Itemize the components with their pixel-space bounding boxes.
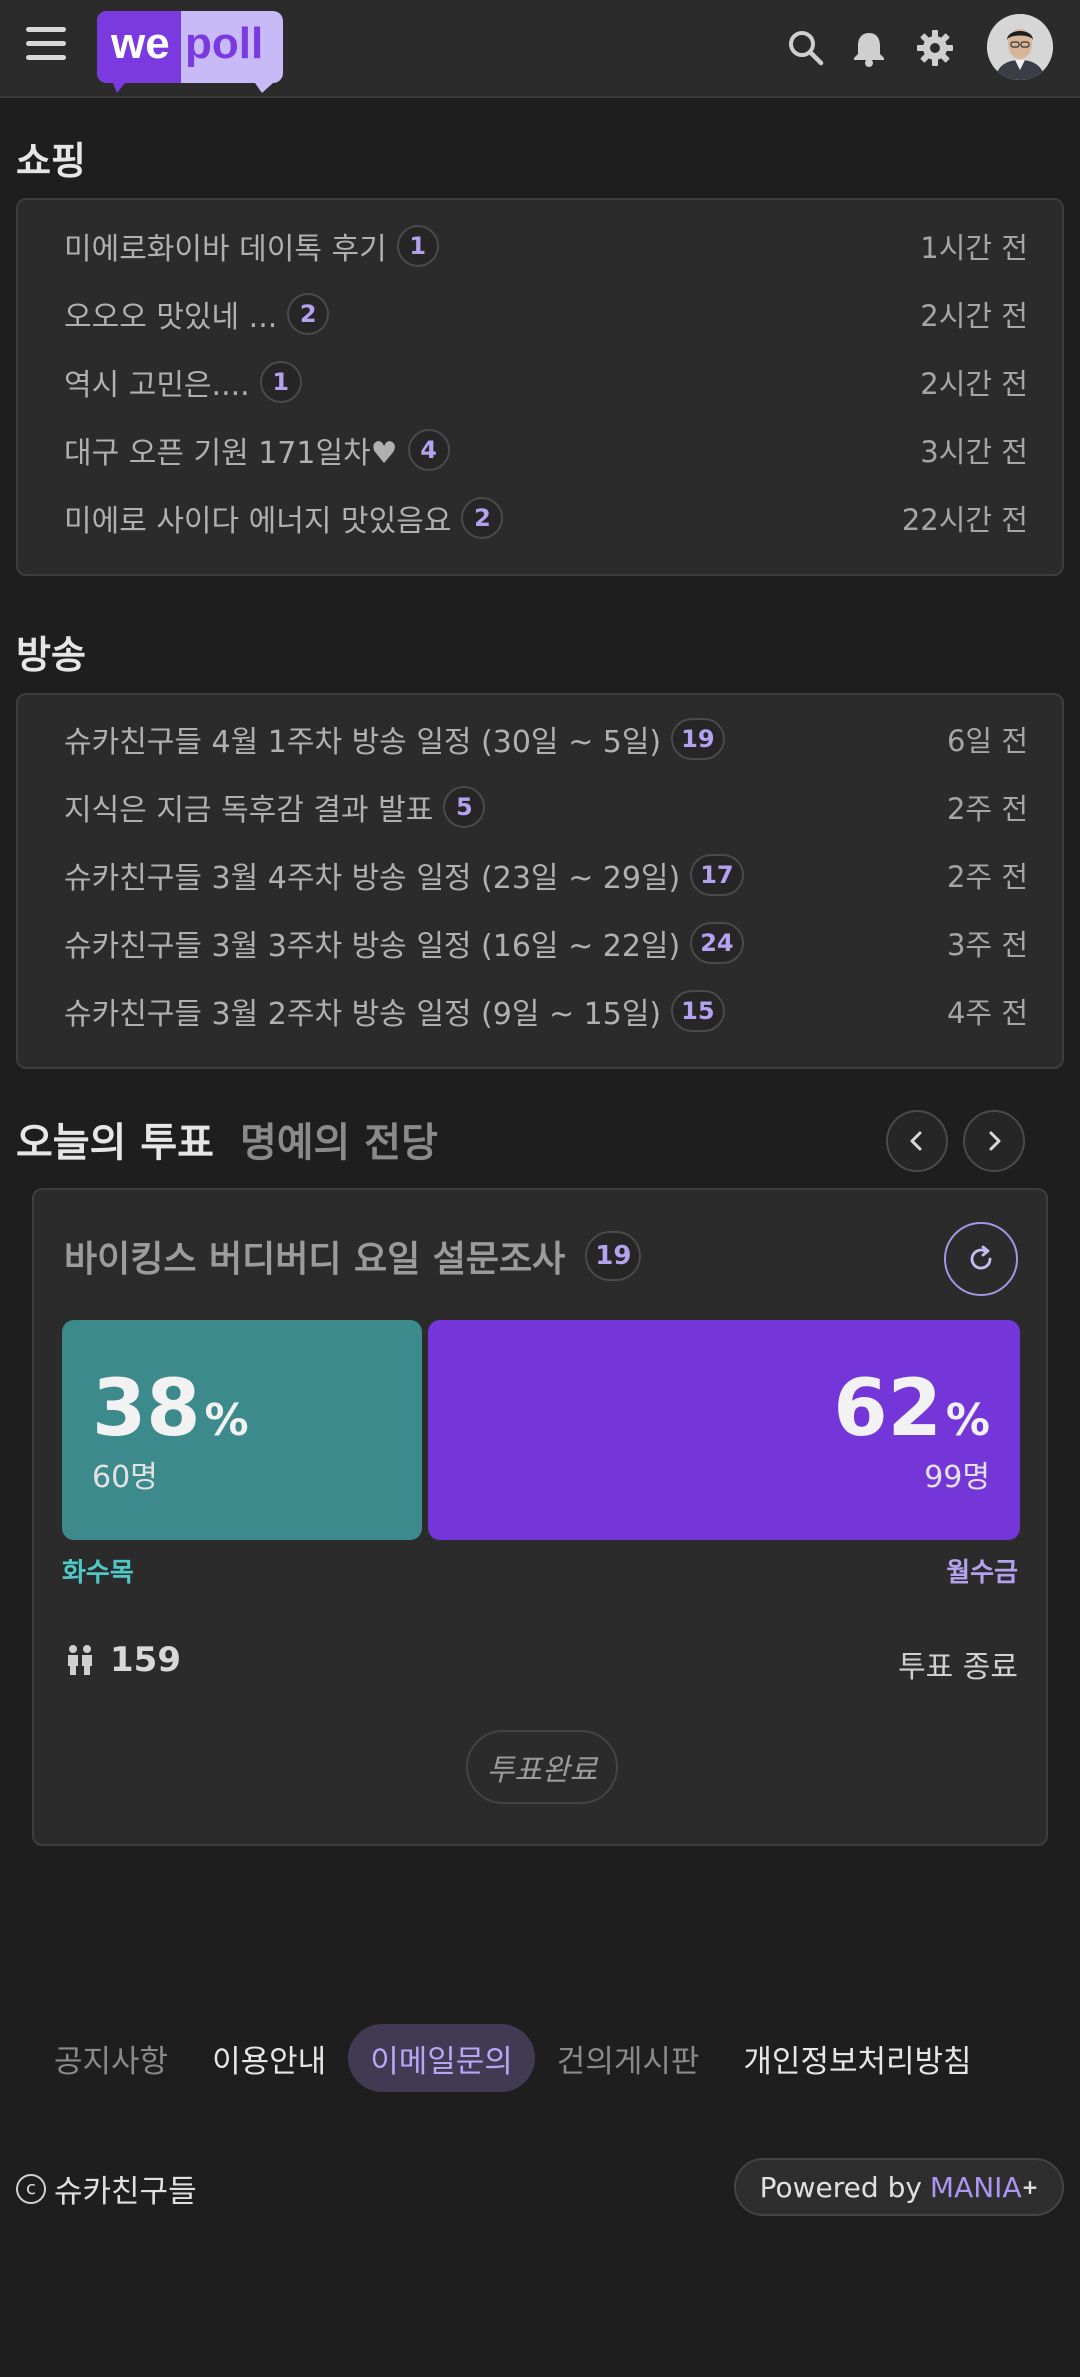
list-item[interactable]: 슈카친구들 3월 2주차 방송 일정 (9일 ~ 15일) 15 4주 전 <box>64 983 1028 1039</box>
list-item[interactable]: 미에로 사이다 에너지 맛있음요 2 22시간 전 <box>64 490 1028 546</box>
option-b-label: 월수금 <box>946 1558 1018 1588</box>
powered-by-brand: MANIA <box>929 2170 1022 2204</box>
chevron-right-icon <box>989 1131 1001 1151</box>
percent-unit: % <box>204 1395 249 1446</box>
copyright-text: 슈카친구들 <box>54 2174 197 2210</box>
search-icon[interactable] <box>786 28 826 68</box>
post-title: 슈카친구들 3월 2주차 방송 일정 (9일 ~ 15일) <box>64 997 662 1032</box>
total-voters: 159 <box>64 1640 181 1680</box>
comment-count-badge: 1 <box>396 225 439 267</box>
comment-count-badge: 1 <box>259 361 302 403</box>
percent-unit: % <box>945 1395 990 1446</box>
post-title: 역시 고민은.... <box>64 368 250 403</box>
list-item[interactable]: 슈카친구들 3월 4주차 방송 일정 (23일 ~ 29일) 17 2주 전 <box>64 847 1028 903</box>
poll-option-a[interactable]: 38% 60명 <box>62 1320 422 1540</box>
powered-by-badge[interactable]: Powered by MANIA + <box>734 2158 1064 2216</box>
poll-card: 바이킹스 버디버디 요일 설문조사 19 38% 60명 62% 99명 화수목… <box>32 1188 1048 1846</box>
svg-text:poll: poll <box>185 19 263 68</box>
post-time: 3시간 전 <box>920 435 1028 469</box>
comment-count-badge: 19 <box>671 718 725 760</box>
footer-link-notice[interactable]: 공지사항 <box>32 2024 190 2092</box>
comment-count-badge: 5 <box>443 786 486 828</box>
post-time: 2시간 전 <box>920 299 1028 333</box>
next-poll-button[interactable] <box>963 1110 1025 1172</box>
footer-link-privacy-policy[interactable]: 개인정보처리방침 <box>721 2024 993 2092</box>
gear-icon[interactable] <box>915 28 955 68</box>
shopping-list: 미에로화이바 데이톡 후기 1 1시간 전 오오오 맛있네 ... 2 2시간 전 … <box>16 198 1064 576</box>
comment-count-badge: 2 <box>461 497 504 539</box>
list-item[interactable]: 대구 오픈 기원 171일차♥ 4 3시간 전 <box>64 422 1028 478</box>
powered-by-text: Powered by <box>759 2170 922 2204</box>
post-title: 지식은 지금 독후감 결과 발표 <box>64 793 434 828</box>
footer-links: 공지사항 이용안내 이메일문의 건의게시판 개인정보처리방침 <box>32 2024 994 2092</box>
post-time: 22시간 전 <box>901 503 1028 537</box>
comment-count-badge: 19 <box>585 1231 642 1281</box>
post-title: 미에로화이바 데이톡 후기 <box>64 232 387 267</box>
poll-title[interactable]: 바이킹스 버디버디 요일 설문조사 <box>64 1230 565 1282</box>
vote-status: 투표 종료 <box>898 1650 1018 1685</box>
list-item[interactable]: 역시 고민은.... 1 2시간 전 <box>64 354 1028 410</box>
footer-link-suggestion-board[interactable]: 건의게시판 <box>535 2024 722 2092</box>
chevron-left-icon <box>910 1131 922 1151</box>
option-b-percent: 62 <box>833 1364 942 1454</box>
vote-complete-button[interactable]: 투표완료 <box>466 1730 618 1804</box>
list-item[interactable]: 슈카친구들 4월 1주차 방송 일정 (30일 ~ 5일) 19 6일 전 <box>64 711 1028 767</box>
prev-poll-button[interactable] <box>886 1110 948 1172</box>
bell-icon[interactable] <box>849 28 889 68</box>
option-a-count: 60명 <box>92 1460 158 1495</box>
broadcast-list: 슈카친구들 4월 1주차 방송 일정 (30일 ~ 5일) 19 6일 전 지식은… <box>16 693 1064 1069</box>
option-a-percent: 38 <box>92 1364 201 1454</box>
post-title: 슈카친구들 3월 3주차 방송 일정 (16일 ~ 22일) <box>64 929 681 964</box>
svg-text:we: we <box>110 19 170 68</box>
list-item[interactable]: 지식은 지금 독후감 결과 발표 5 2주 전 <box>64 779 1028 835</box>
post-title: 오오오 맛있네 ... <box>64 300 278 335</box>
wepoll-logo[interactable]: we poll <box>97 11 283 93</box>
post-time: 3주 전 <box>946 928 1028 962</box>
post-title: 슈카친구들 3월 4주차 방송 일정 (23일 ~ 29일) <box>64 861 681 896</box>
footer-link-guide[interactable]: 이용안내 <box>190 2024 348 2092</box>
post-time: 2시간 전 <box>920 367 1028 401</box>
comment-count-badge: 24 <box>690 922 744 964</box>
post-time: 4주 전 <box>946 996 1028 1030</box>
copyright: c 슈카친구들 <box>16 2166 197 2211</box>
comment-count-badge: 15 <box>671 990 725 1032</box>
refresh-button[interactable] <box>944 1222 1018 1296</box>
top-header: we poll <box>0 0 1080 98</box>
post-title: 대구 오픈 기원 171일차♥ <box>64 436 398 471</box>
tab-hall-of-fame[interactable]: 명예의 전당 <box>240 1110 438 1168</box>
user-avatar[interactable] <box>987 14 1053 80</box>
poll-option-b[interactable]: 62% 99명 <box>428 1320 1020 1540</box>
tab-todays-vote[interactable]: 오늘의 투표 <box>16 1110 214 1168</box>
section-title-broadcast: 방송 <box>16 633 86 677</box>
comment-count-badge: 4 <box>407 429 450 471</box>
list-item[interactable]: 미에로화이바 데이톡 후기 1 1시간 전 <box>64 218 1028 274</box>
powered-by-plus: + <box>1021 2175 1039 2199</box>
post-time: 6일 전 <box>946 724 1028 758</box>
comment-count-badge: 17 <box>690 854 744 896</box>
copyright-icon: c <box>16 2173 46 2204</box>
post-time: 2주 전 <box>946 792 1028 826</box>
section-title-shopping: 쇼핑 <box>16 139 86 183</box>
vote-tabs: 오늘의 투표 명예의 전당 <box>16 1110 438 1168</box>
refresh-icon <box>970 1245 992 1270</box>
footer-link-email-inquiry[interactable]: 이메일문의 <box>348 2024 535 2092</box>
option-a-label: 화수목 <box>62 1558 134 1588</box>
total-voters-count: 159 <box>110 1640 181 1680</box>
post-title: 미에로 사이다 에너지 맛있음요 <box>64 504 452 539</box>
people-icon <box>68 1645 92 1675</box>
hamburger-menu-icon[interactable] <box>26 27 66 63</box>
option-b-count: 99명 <box>924 1460 990 1495</box>
list-item[interactable]: 슈카친구들 3월 3주차 방송 일정 (16일 ~ 22일) 24 3주 전 <box>64 915 1028 971</box>
post-time: 2주 전 <box>946 860 1028 894</box>
comment-count-badge: 2 <box>287 293 330 335</box>
post-title: 슈카친구들 4월 1주차 방송 일정 (30일 ~ 5일) <box>64 725 662 760</box>
post-time: 1시간 전 <box>920 231 1028 265</box>
list-item[interactable]: 오오오 맛있네 ... 2 2시간 전 <box>64 286 1028 342</box>
